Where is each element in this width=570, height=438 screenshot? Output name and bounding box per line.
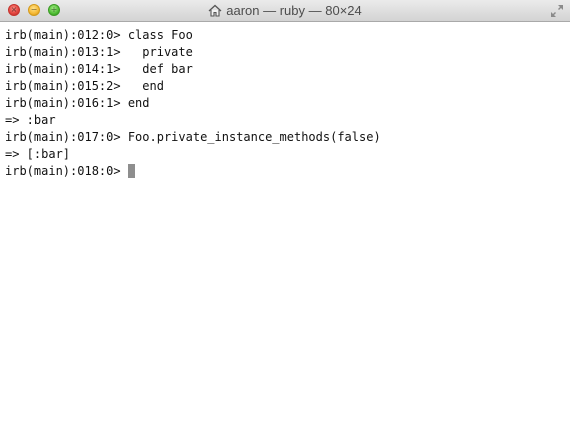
home-icon <box>208 4 222 17</box>
terminal-line: irb(main):015:2> end <box>5 79 164 93</box>
terminal-line: => [:bar] <box>5 147 71 161</box>
terminal-line: irb(main):016:1> end <box>5 96 150 110</box>
terminal-line: irb(main):012:0> class Foo <box>5 28 193 42</box>
title-bar[interactable]: × − + aaron — ruby — 80×24 <box>0 0 570 22</box>
text-cursor <box>127 164 135 178</box>
terminal-prompt: irb(main):018:0> <box>5 164 128 178</box>
terminal-output[interactable]: irb(main):012:0> class Foo irb(main):013… <box>0 22 570 438</box>
terminal-prompt-line[interactable]: irb(main):018:0> <box>5 163 570 180</box>
terminal-line: irb(main):013:1> private <box>5 45 193 59</box>
fullscreen-arrows-icon[interactable] <box>550 4 564 18</box>
terminal-line: irb(main):014:1> def bar <box>5 62 193 76</box>
window-title: aaron — ruby — 80×24 <box>0 0 570 22</box>
terminal-window: × − + aaron — ruby — 80×24 irb(main):012… <box>0 0 570 438</box>
window-title-text: aaron — ruby — 80×24 <box>226 3 362 18</box>
terminal-line: => :bar <box>5 113 56 127</box>
terminal-line: irb(main):017:0> Foo.private_instance_me… <box>5 130 381 144</box>
